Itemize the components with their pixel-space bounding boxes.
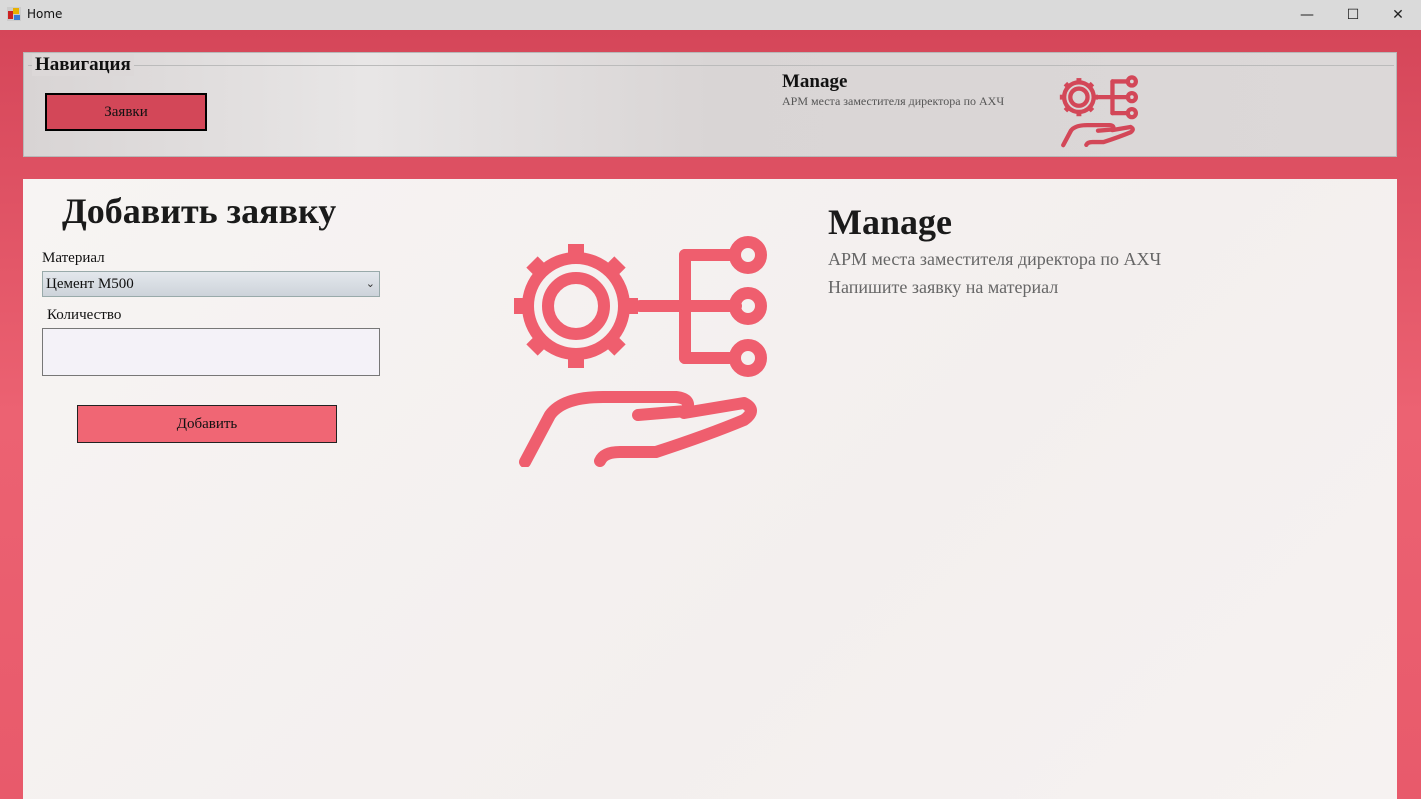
minimize-button[interactable]: — bbox=[1284, 0, 1330, 30]
requests-button[interactable]: Заявки bbox=[45, 93, 207, 131]
navigation-legend: Навигация bbox=[32, 54, 134, 76]
navigation-group: Навигация Заявки Manage АРМ места замест… bbox=[23, 52, 1397, 157]
material-value: Цемент М500 bbox=[46, 276, 134, 292]
maximize-button[interactable]: ☐ bbox=[1330, 0, 1376, 30]
quantity-input[interactable] bbox=[42, 328, 380, 376]
add-button[interactable]: Добавить bbox=[77, 405, 337, 443]
main-panel: Добавить заявку Материал Цемент М500 ⌄ К… bbox=[23, 179, 1397, 799]
brand-title: Manage bbox=[782, 71, 848, 92]
info-subtitle: АРМ места заместителя директора по АХЧ bbox=[828, 249, 1162, 269]
group-border bbox=[28, 65, 1394, 66]
form-heading: Добавить заявку bbox=[62, 191, 337, 231]
info-hint: Напишите заявку на материал bbox=[828, 277, 1059, 297]
material-select[interactable]: Цемент М500 ⌄ bbox=[42, 271, 380, 297]
app-icon bbox=[7, 7, 21, 21]
info-title: Manage bbox=[828, 202, 952, 242]
close-button[interactable]: ✕ bbox=[1375, 0, 1421, 30]
gear-network-hand-icon bbox=[508, 235, 768, 467]
window-title: Home bbox=[27, 7, 63, 21]
gear-network-hand-icon bbox=[1058, 73, 1138, 149]
title-bar: Home — ☐ ✕ bbox=[0, 0, 1421, 30]
brand-subtitle: АРМ места заместителя директора по АХЧ bbox=[782, 94, 1005, 108]
material-label: Материал bbox=[42, 250, 105, 266]
chevron-down-icon: ⌄ bbox=[365, 278, 375, 290]
quantity-label: Количество bbox=[47, 307, 122, 323]
